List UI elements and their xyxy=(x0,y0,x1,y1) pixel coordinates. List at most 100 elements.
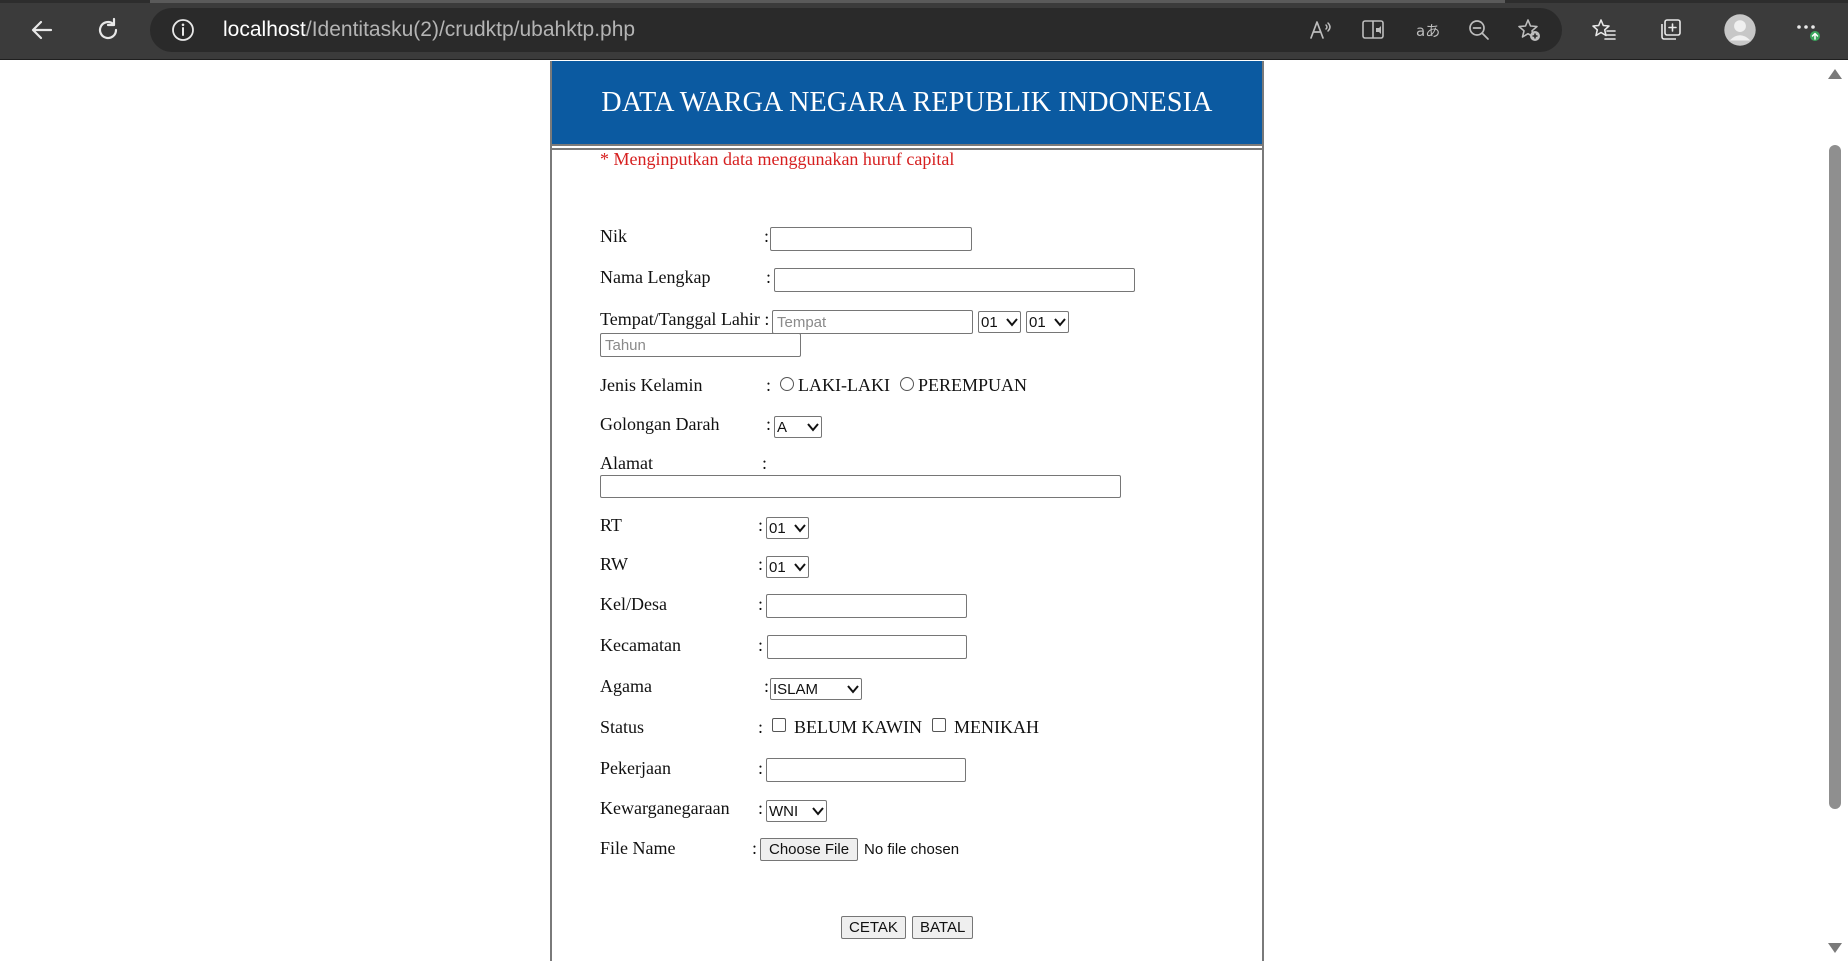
colon: : xyxy=(758,717,764,737)
chevron-down-icon xyxy=(1006,318,1018,327)
colon: : xyxy=(758,515,764,535)
address-bar[interactable]: localhost/Identitasku(2)/crudktp/ubahktp… xyxy=(150,8,1562,52)
zoom-out-icon xyxy=(1469,20,1489,40)
bulan-value: 01 xyxy=(1029,313,1046,331)
nik-input[interactable] xyxy=(770,227,972,251)
immersive-reader-button[interactable] xyxy=(1360,17,1386,43)
colon: : xyxy=(758,798,764,818)
status-label: Status xyxy=(600,717,645,737)
goldar-select[interactable]: A xyxy=(774,416,822,438)
collections-button[interactable] xyxy=(1648,8,1692,52)
chevron-down-icon xyxy=(807,423,819,432)
page-viewport: DATA WARGA NEGARA REPUBLIK INDONESIA * M… xyxy=(0,61,1822,961)
file-label: File Name xyxy=(600,838,676,858)
kec-input[interactable] xyxy=(767,635,967,659)
back-arrow-icon xyxy=(31,20,53,40)
laki-laki-label: LAKI-LAKI xyxy=(798,375,890,395)
scroll-up-icon[interactable] xyxy=(1828,69,1842,79)
header-banner: DATA WARGA NEGARA REPUBLIK INDONESIA xyxy=(552,61,1262,146)
colon: : xyxy=(762,453,768,473)
pekerjaan-label: Pekerjaan xyxy=(600,758,671,778)
chevron-down-icon xyxy=(812,807,824,816)
colon: : xyxy=(766,267,772,287)
alamat-input[interactable] xyxy=(600,475,1121,498)
chevron-down-icon xyxy=(847,685,859,694)
kewarganegaraan-select[interactable]: WNI xyxy=(766,800,827,822)
nama-input[interactable] xyxy=(774,268,1135,292)
menikah-checkbox[interactable] xyxy=(932,718,946,732)
chevron-down-icon xyxy=(794,524,806,533)
read-aloud-icon xyxy=(1310,21,1331,39)
info-icon[interactable] xyxy=(170,17,196,43)
ttl-label: Tempat/Tanggal Lahir : xyxy=(600,309,769,330)
profile-button[interactable] xyxy=(1718,8,1762,52)
tempat-input[interactable] xyxy=(772,310,973,334)
goldar-label: Golongan Darah xyxy=(600,414,720,434)
pekerjaan-input[interactable] xyxy=(766,758,966,782)
colon: : xyxy=(752,838,758,858)
favorites-icon xyxy=(1592,19,1616,40)
agama-select[interactable]: ISLAM xyxy=(770,678,862,700)
ttl-label-text: Tempat/Tanggal Lahir xyxy=(600,309,760,329)
kwn-label: Kewarganegaraan xyxy=(600,798,730,818)
url-host: localhost xyxy=(223,18,306,41)
scroll-down-icon[interactable] xyxy=(1828,943,1842,953)
read-aloud-button[interactable] xyxy=(1308,17,1334,43)
menikah-label: MENIKAH xyxy=(954,717,1039,737)
scrollbar-thumb[interactable] xyxy=(1829,145,1841,809)
favorites-button[interactable] xyxy=(1582,8,1626,52)
choose-file-button[interactable]: Choose File xyxy=(760,838,859,861)
page-title: DATA WARGA NEGARA REPUBLIK INDONESIA xyxy=(601,86,1213,118)
perempuan-radio[interactable] xyxy=(900,377,914,391)
refresh-icon xyxy=(98,17,118,40)
kel-input[interactable] xyxy=(766,594,967,618)
form-container: DATA WARGA NEGARA REPUBLIK INDONESIA * M… xyxy=(550,61,1264,961)
chevron-down-icon xyxy=(1054,318,1066,327)
alamat-label: Alamat xyxy=(600,453,653,473)
collections-icon xyxy=(1661,19,1681,40)
laki-laki-radio[interactable] xyxy=(780,377,794,391)
translate-button[interactable]: aあ xyxy=(1414,17,1440,43)
tahun-input[interactable] xyxy=(600,333,801,357)
cetak-button[interactable]: CETAK xyxy=(841,916,906,939)
jk-label: Jenis Kelamin xyxy=(600,375,703,395)
vertical-scrollbar[interactable] xyxy=(1822,61,1848,961)
profile-icon xyxy=(1724,14,1756,46)
rw-value: 01 xyxy=(769,558,786,576)
belum-kawin-checkbox[interactable] xyxy=(772,718,786,732)
perempuan-label: PEREMPUAN xyxy=(918,375,1028,395)
nik-label: Nik xyxy=(600,226,627,246)
active-tab-indicator xyxy=(150,0,1505,3)
capital-note: * Menginputkan data menggunakan huruf ca… xyxy=(600,149,955,169)
back-button[interactable] xyxy=(20,8,64,52)
tanggal-select[interactable]: 01 xyxy=(978,311,1021,333)
rt-select[interactable]: 01 xyxy=(766,517,809,539)
immersive-reader-icon xyxy=(1362,20,1384,39)
kec-label: Kecamatan xyxy=(600,635,681,655)
translate-icon: aあ xyxy=(1416,22,1440,40)
more-icon xyxy=(1797,25,1820,41)
add-favorite-button[interactable] xyxy=(1516,17,1542,43)
colon: : xyxy=(758,758,764,778)
add-favorite-icon xyxy=(1518,19,1540,41)
zoom-out-button[interactable] xyxy=(1466,17,1492,43)
more-button[interactable] xyxy=(1786,8,1830,52)
nama-label: Nama Lengkap xyxy=(600,267,711,287)
file-status: No file chosen xyxy=(864,841,960,858)
colon: : xyxy=(758,594,764,614)
colon: : xyxy=(764,676,770,696)
colon: : xyxy=(764,309,770,329)
colon: : xyxy=(758,554,764,574)
refresh-button[interactable] xyxy=(86,8,130,52)
bulan-select[interactable]: 01 xyxy=(1026,311,1069,333)
batal-button[interactable]: BATAL xyxy=(912,916,974,939)
url-text[interactable]: localhost/Identitasku(2)/crudktp/ubahktp… xyxy=(223,18,635,42)
rw-label: RW xyxy=(600,554,629,574)
svg-text:aあ: aあ xyxy=(1416,22,1440,40)
rw-select[interactable]: 01 xyxy=(766,556,809,578)
agama-value: ISLAM xyxy=(773,680,819,698)
tab-strip-line xyxy=(0,0,1848,3)
chevron-down-icon xyxy=(794,563,806,572)
goldar-value: A xyxy=(777,418,788,436)
tanggal-value: 01 xyxy=(981,313,998,331)
